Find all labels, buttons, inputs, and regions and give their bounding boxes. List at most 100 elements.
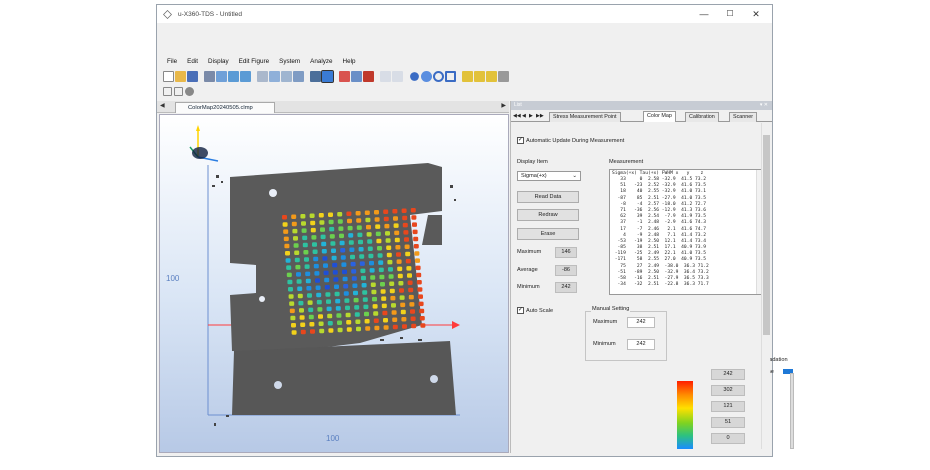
stress-dot — [326, 299, 331, 304]
menu-file[interactable]: File — [167, 58, 177, 65]
table-row[interactable]: -171 58 2.55 27.0 40.9 73.5 — [612, 257, 709, 263]
zoom-out-icon[interactable] — [240, 70, 251, 82]
redraw-button[interactable]: Redraw — [517, 209, 579, 221]
tab-scanner[interactable]: Scanner — [729, 112, 758, 122]
nav-last-icon[interactable]: ▶▶ — [536, 113, 544, 119]
gradation-slider[interactable] — [790, 373, 794, 449]
table-row[interactable]: 75 27 2.49 -38.0 36.3 71.2 — [612, 264, 709, 270]
stress-dot — [408, 287, 414, 293]
menu-analyze[interactable]: Analyze — [310, 58, 332, 65]
tab-scroll-right-icon[interactable]: ▶ — [501, 102, 506, 109]
stress-dot — [337, 219, 343, 224]
stress-dot — [412, 229, 418, 235]
stress-dot — [385, 238, 391, 243]
point-icon[interactable] — [410, 71, 419, 81]
tab-color-map[interactable]: Color Map — [643, 111, 676, 122]
rotate-icon[interactable] — [269, 70, 280, 82]
settings-icon[interactable] — [185, 86, 194, 96]
point-cloud-view[interactable]: 100 100 — [160, 115, 509, 453]
maximize-button[interactable]: ☐ — [718, 5, 742, 23]
close-button[interactable]: ✕ — [744, 5, 768, 23]
manual-min-input[interactable]: 242 — [627, 339, 655, 350]
redo-icon[interactable] — [392, 70, 403, 82]
stress-dot — [340, 248, 346, 253]
auto-update-checkbox[interactable]: ✓ Automatic Update During Measurement — [517, 137, 624, 144]
table-row[interactable]: 4 -9 2.48 7.1 41.4 73.2 — [612, 233, 709, 239]
open-folder-icon[interactable] — [175, 70, 186, 82]
stress-dot — [418, 301, 424, 307]
stress-dot — [360, 268, 366, 274]
minimize-button[interactable]: — — [692, 5, 716, 23]
rectangle-icon[interactable] — [445, 70, 456, 82]
stress-dot — [417, 287, 423, 292]
stress-dot — [283, 236, 289, 242]
table-row[interactable]: -34 -32 2.51 -22.8 36.3 71.7 — [612, 282, 709, 288]
table-header: Sigma(+x) Tau(+x) FWHM x y z — [612, 171, 704, 176]
select-icon[interactable] — [216, 70, 227, 82]
measurement-table[interactable]: Sigma(+x) Tau(+x) FWHM x y z 33 0 2.58 -… — [609, 169, 763, 295]
stress-dot — [419, 316, 425, 321]
menu-system[interactable]: System — [279, 58, 300, 65]
scale-value: 121 — [711, 401, 745, 412]
tab-stress-measurement-point[interactable]: Stress Measurement Point — [549, 112, 621, 122]
stress-dot — [290, 315, 296, 321]
stress-dot — [404, 244, 410, 249]
tab-scroll-left-icon[interactable]: ◀ — [160, 102, 165, 109]
grid-pattern-icon[interactable] — [498, 70, 509, 82]
undo-icon[interactable] — [380, 70, 391, 82]
shape-b-icon[interactable] — [474, 70, 485, 82]
stress-dot — [329, 226, 335, 232]
display-item-select[interactable]: Sigma(+x) ⌄ — [517, 171, 581, 181]
table-row[interactable]: -87 85 2.51 -27.9 41.0 73.5 — [612, 196, 709, 202]
stress-dot — [401, 208, 407, 213]
menu-display[interactable]: Display — [208, 58, 229, 65]
read-data-button[interactable]: Read Data — [517, 191, 579, 203]
panel-scrollbar[interactable] — [761, 123, 770, 449]
stress-dot — [410, 208, 416, 213]
table-row[interactable]: 17 -7 2.46 2.1 41.6 74.7 — [612, 227, 709, 233]
stress-dot — [402, 222, 408, 228]
nav-first-icon[interactable]: ◀◀ — [513, 113, 521, 119]
refresh-icon[interactable] — [174, 86, 183, 96]
auto-scale-checkbox[interactable]: ✓ Auto Scale — [517, 307, 553, 314]
stress-dot — [408, 294, 414, 300]
save-icon[interactable] — [187, 70, 198, 82]
nav-prev-icon[interactable]: ◀ — [522, 113, 526, 119]
circle-icon[interactable] — [421, 70, 432, 82]
menu-help[interactable]: Help — [343, 58, 356, 65]
menu-edit[interactable]: Edit — [187, 58, 198, 65]
tab-colormap-file[interactable]: ColorMap20240505.clmp — [175, 102, 275, 113]
measure-icon[interactable] — [310, 70, 321, 82]
panel-scrollbar-thumb[interactable] — [763, 135, 770, 335]
shape-c-icon[interactable] — [486, 70, 497, 82]
new-file-icon[interactable] — [163, 70, 174, 82]
ring-icon[interactable] — [433, 70, 444, 82]
view-icon[interactable] — [204, 70, 215, 82]
menu-edit-figure[interactable]: Edit Figure — [239, 58, 269, 65]
3d-viewport[interactable]: 100 100 — [159, 114, 509, 453]
record-icon[interactable] — [363, 70, 374, 82]
manual-max-input[interactable]: 242 — [627, 317, 655, 328]
stress-dot — [340, 255, 346, 260]
shape-a-icon[interactable] — [462, 70, 473, 82]
color-map-icon[interactable] — [321, 69, 334, 83]
stress-dot — [404, 237, 409, 242]
table-row[interactable]: 37 -1 2.48 -2.9 41.6 74.3 — [612, 220, 709, 226]
zoom-in-icon[interactable] — [228, 70, 239, 82]
stress-dot — [397, 266, 403, 272]
stress-dot — [309, 322, 315, 327]
panel-header-label: List — [514, 102, 522, 108]
stress-dot — [328, 212, 333, 217]
stop-icon[interactable] — [339, 70, 350, 82]
pan-icon[interactable] — [281, 70, 292, 82]
scan-icon[interactable] — [351, 70, 362, 82]
fit-icon[interactable] — [257, 70, 268, 82]
erase-button[interactable]: Erase — [517, 228, 579, 240]
tab-calibration[interactable]: Calibration — [685, 112, 719, 122]
grid-icon[interactable] — [293, 70, 304, 82]
nav-next-icon[interactable]: ▶ — [529, 113, 533, 119]
home-icon[interactable] — [163, 86, 172, 96]
panel-pin-icon[interactable]: ▾ ✕ — [760, 101, 768, 110]
stress-dot — [400, 302, 406, 308]
table-row[interactable]: 18 40 2.55 -32.9 41.0 73.1 — [612, 189, 709, 195]
